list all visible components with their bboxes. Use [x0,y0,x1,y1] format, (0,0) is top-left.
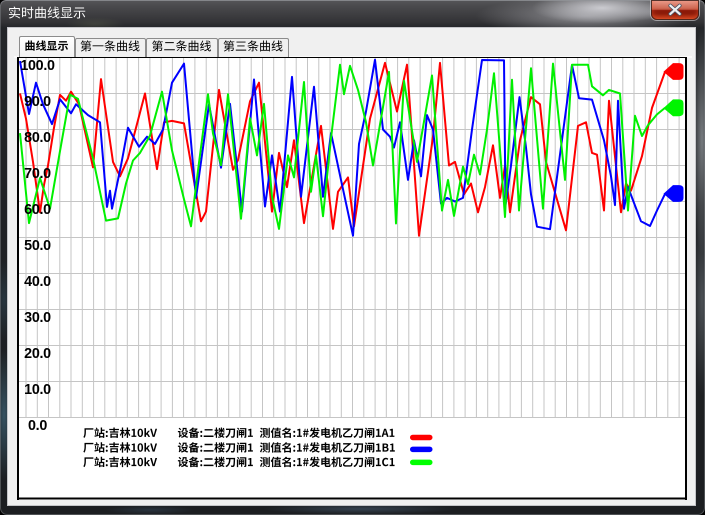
svg-text:70.0: 70.0 [24,166,51,182]
svg-text:20.0: 20.0 [24,346,51,362]
svg-text:40.0: 40.0 [24,274,51,290]
svg-text:80.0: 80.0 [24,130,51,146]
svg-text:10.0: 10.0 [24,382,51,398]
svg-text:60.0: 60.0 [24,202,51,218]
svg-text:0.0: 0.0 [28,418,47,434]
svg-text:100.0: 100.0 [20,58,55,74]
svg-text:90.0: 90.0 [24,94,51,110]
svg-text:50.0: 50.0 [24,238,51,254]
svg-text:30.0: 30.0 [24,310,51,326]
